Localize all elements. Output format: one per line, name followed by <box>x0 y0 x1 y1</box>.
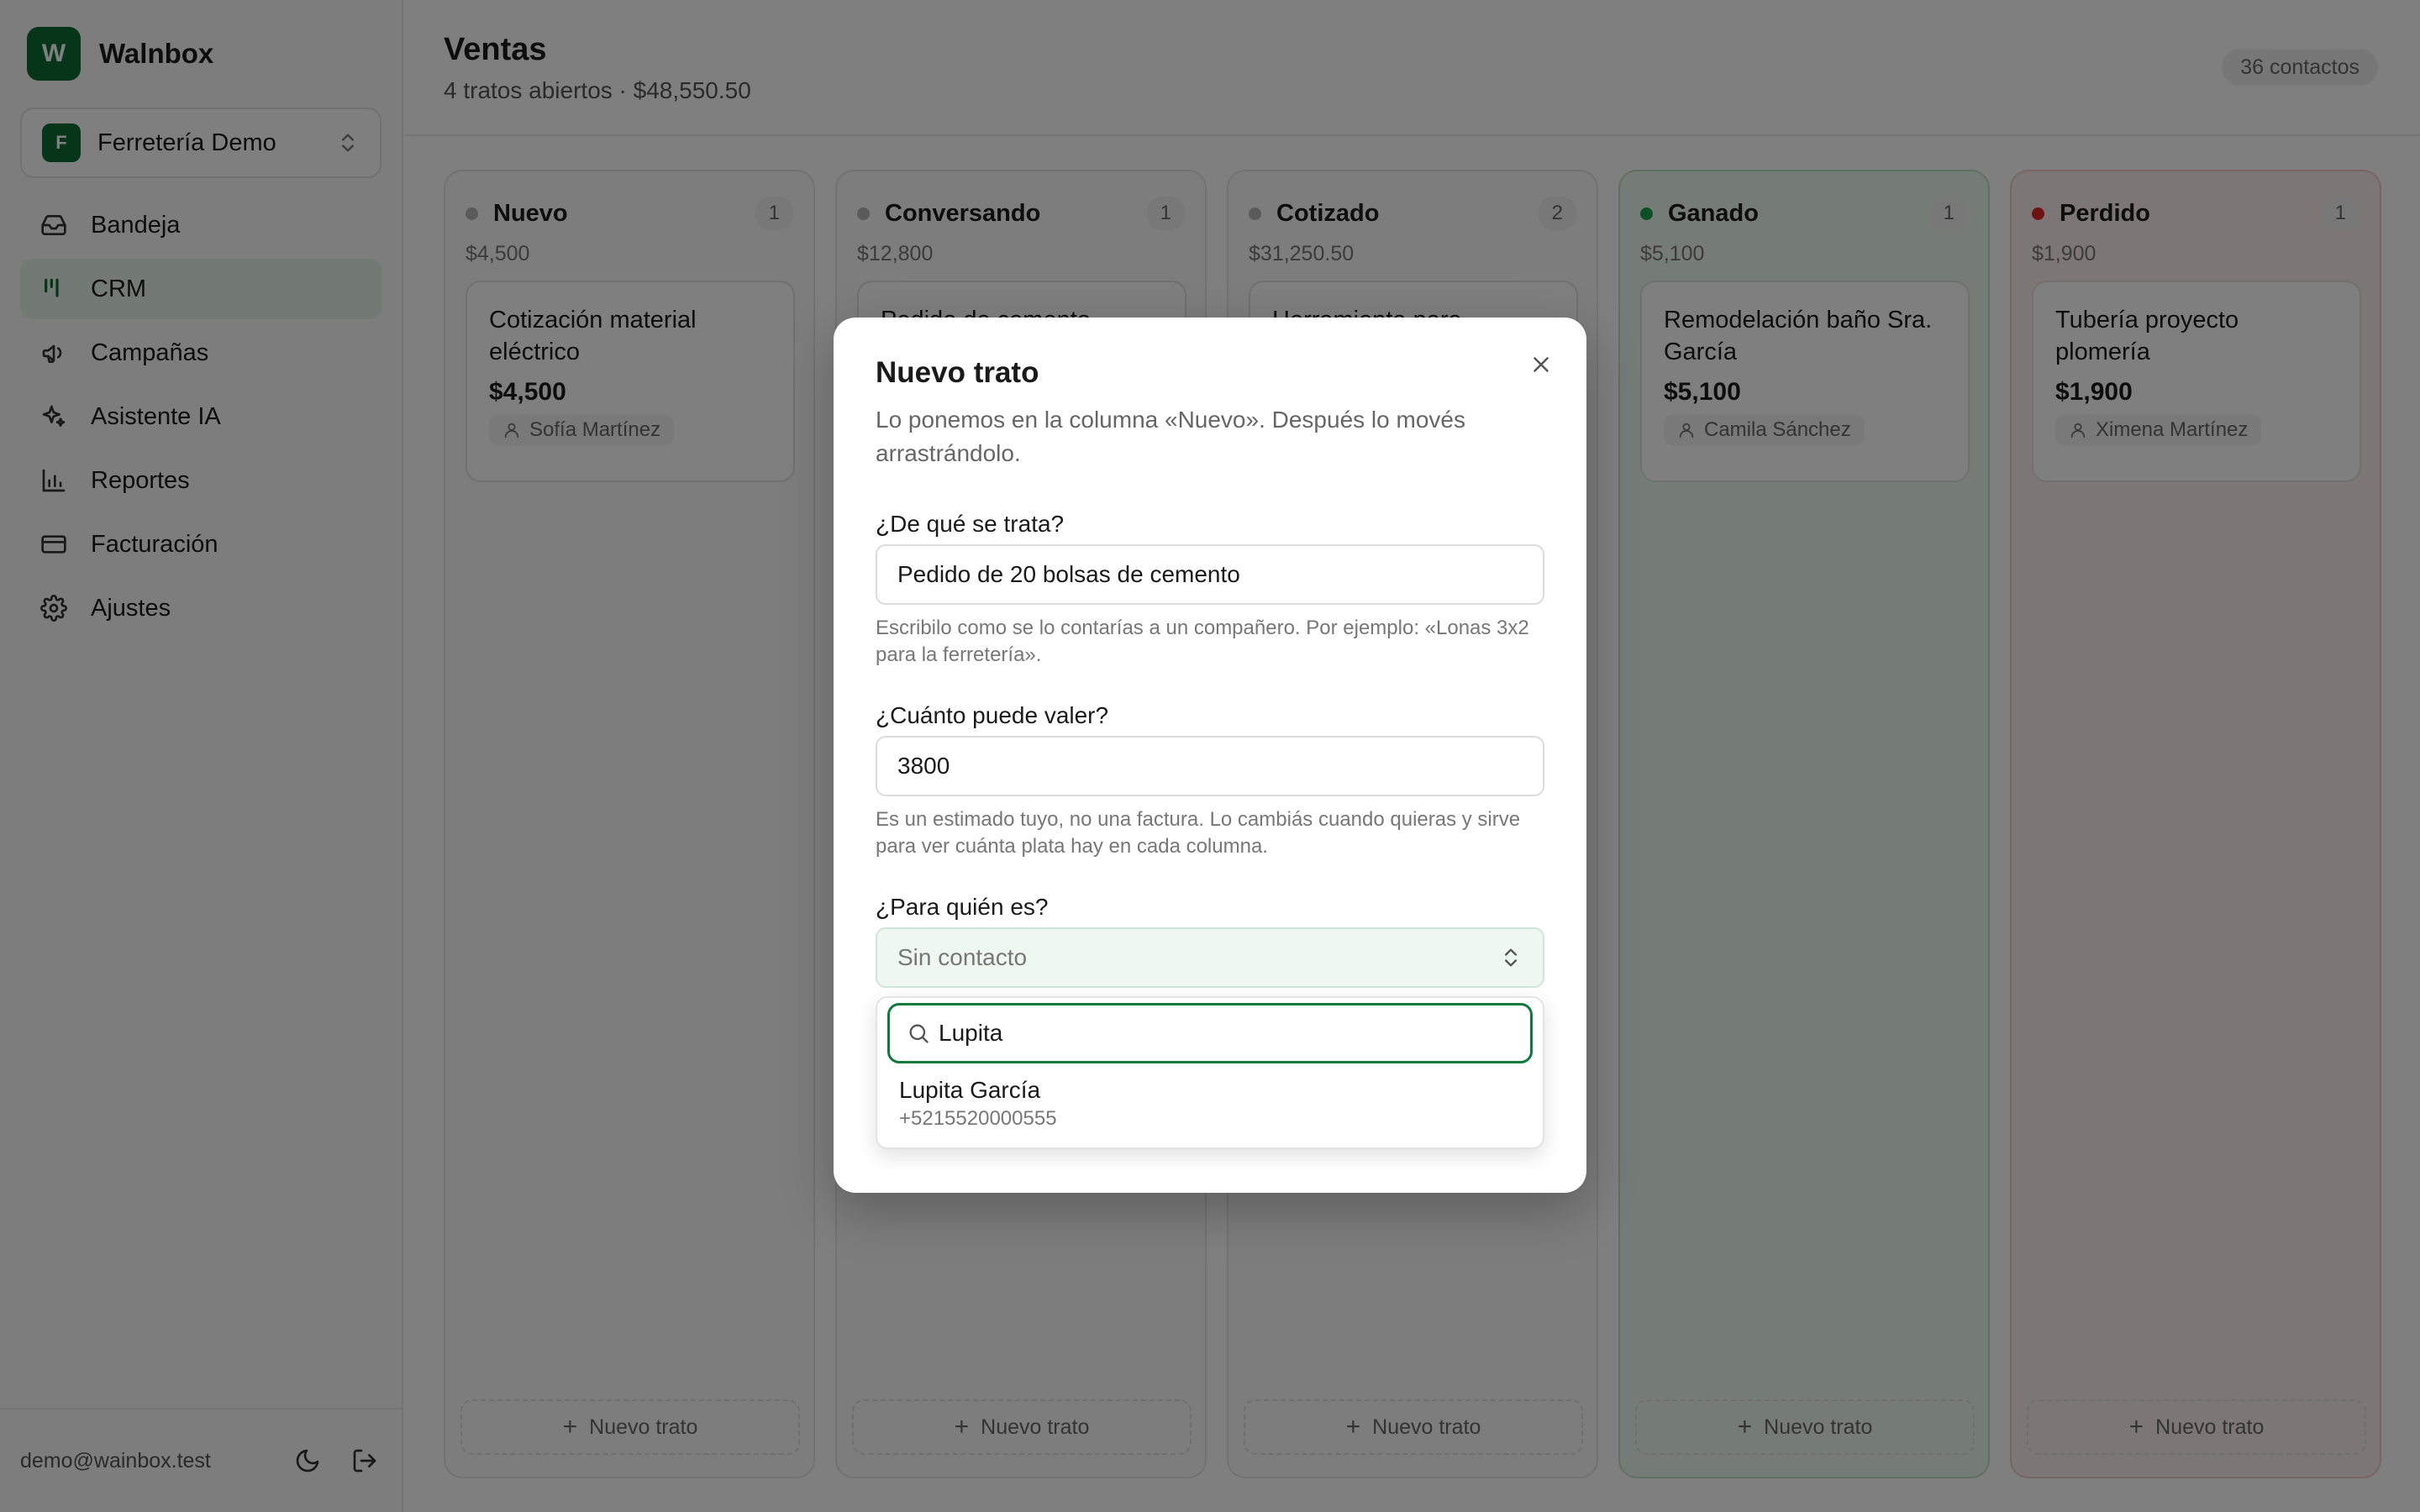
new-deal-dialog: Nuevo trato Lo ponemos en la columna «Nu… <box>834 318 1586 1193</box>
contact-search-input[interactable] <box>939 1020 1510 1047</box>
search-icon <box>909 1024 929 1043</box>
contact-select[interactable]: Sin contacto <box>876 927 1544 988</box>
contact-option-phone: +5215520000555 <box>899 1107 1057 1130</box>
contact-select-value: Sin contacto <box>897 944 1028 970</box>
close-button[interactable] <box>1523 346 1560 383</box>
chevron-up-down-icon <box>1505 948 1517 967</box>
value-help: Es un estimado tuyo, no una factura. Lo … <box>876 808 1521 858</box>
contact-search[interactable] <box>887 1003 1533 1063</box>
contact-option-name: Lupita García <box>899 1077 1041 1103</box>
dialog-description: Lo ponemos en la columna «Nuevo». Despué… <box>876 407 1465 466</box>
contact-label: ¿Para quién es? <box>876 894 1049 920</box>
topic-input[interactable] <box>876 544 1544 605</box>
value-label: ¿Cuánto puede valer? <box>876 702 1109 728</box>
close-icon <box>1534 357 1549 372</box>
dialog-title: Nuevo trato <box>876 356 1039 389</box>
contact-dropdown: Lupita García +5215520000555 <box>876 996 1544 1149</box>
contact-option[interactable]: Lupita García +5215520000555 <box>887 1072 1533 1139</box>
topic-label: ¿De qué se trata? <box>876 511 1065 537</box>
topic-help: Escribilo como se lo contarías a un comp… <box>876 617 1529 666</box>
value-input[interactable] <box>876 736 1544 796</box>
